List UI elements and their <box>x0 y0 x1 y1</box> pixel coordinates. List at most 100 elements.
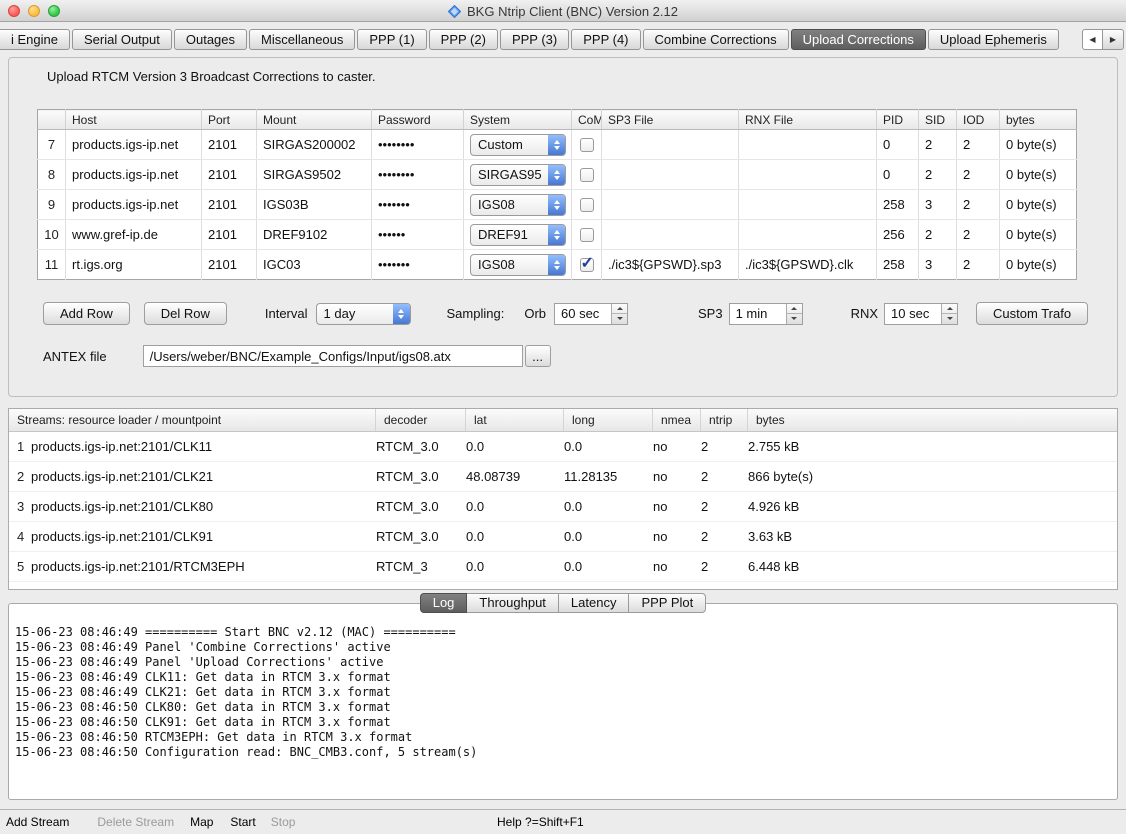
tab-ppp-4[interactable]: PPP (4) <box>571 29 640 50</box>
mount-cell[interactable]: IGC03 <box>257 250 372 280</box>
stream-row[interactable]: 3 products.igs-ip.net:2101/CLK80 RTCM_3.… <box>9 492 1117 522</box>
custom-trafo-button[interactable]: Custom Trafo <box>976 302 1088 325</box>
port-cell[interactable]: 2101 <box>202 190 257 220</box>
zoom-button[interactable] <box>48 5 60 17</box>
sid-cell[interactable]: 2 <box>919 160 957 190</box>
close-button[interactable] <box>8 5 20 17</box>
antex-browse-button[interactable]: ... <box>525 345 551 367</box>
delete-stream-button: Delete Stream <box>97 815 174 829</box>
sid-cell[interactable]: 2 <box>919 220 957 250</box>
tab-log[interactable]: Log <box>420 593 468 613</box>
sp3-sampling-spinbox[interactable]: 1 min <box>729 303 803 325</box>
minimize-button[interactable] <box>28 5 40 17</box>
iod-cell[interactable]: 2 <box>957 220 1000 250</box>
pid-cell[interactable]: 0 <box>877 130 919 160</box>
col-port: Port <box>202 110 257 130</box>
host-cell[interactable]: www.gref-ip.de <box>66 220 202 250</box>
tab-combine-corrections[interactable]: Combine Corrections <box>643 29 789 50</box>
stream-row[interactable]: 1 products.igs-ip.net:2101/CLK11 RTCM_3.… <box>9 432 1117 462</box>
password-cell[interactable]: ••••••• <box>372 250 464 280</box>
add-row-button[interactable]: Add Row <box>43 302 130 325</box>
port-cell[interactable]: 2101 <box>202 160 257 190</box>
sid-cell[interactable]: 3 <box>919 190 957 220</box>
tab-ppp-1[interactable]: PPP (1) <box>357 29 426 50</box>
stream-nmea: no <box>653 559 701 574</box>
com-checkbox[interactable] <box>580 228 594 242</box>
tab-ppp-plot[interactable]: PPP Plot <box>629 593 706 613</box>
port-cell[interactable]: 2101 <box>202 220 257 250</box>
tab-serial-output[interactable]: Serial Output <box>72 29 172 50</box>
port-cell[interactable]: 2101 <box>202 250 257 280</box>
password-cell[interactable]: •••••••• <box>372 160 464 190</box>
tab-throughput[interactable]: Throughput <box>467 593 559 613</box>
stream-row[interactable]: 2 products.igs-ip.net:2101/CLK21 RTCM_3.… <box>9 462 1117 492</box>
stream-row[interactable]: 5 products.igs-ip.net:2101/RTCM3EPH RTCM… <box>9 552 1117 582</box>
com-checkbox[interactable] <box>580 258 594 272</box>
tab-upload-ephemeris[interactable]: Upload Ephemeris <box>928 29 1059 50</box>
stream-row[interactable]: 4 products.igs-ip.net:2101/CLK91 RTCM_3.… <box>9 522 1117 552</box>
rnx-file-cell[interactable] <box>739 160 877 190</box>
system-select-value: Custom <box>478 137 523 152</box>
com-checkbox[interactable] <box>580 168 594 182</box>
rnx-file-cell[interactable] <box>739 220 877 250</box>
tab-miscellaneous[interactable]: Miscellaneous <box>249 29 355 50</box>
stream-lat: 0.0 <box>466 499 564 514</box>
rnx-file-cell[interactable] <box>739 190 877 220</box>
host-cell[interactable]: products.igs-ip.net <box>66 130 202 160</box>
stream-row-number: 5 <box>9 559 31 574</box>
host-cell[interactable]: products.igs-ip.net <box>66 190 202 220</box>
tab-i-engine[interactable]: i Engine <box>0 29 70 50</box>
rnx-file-cell[interactable] <box>739 130 877 160</box>
sp3-file-cell[interactable] <box>602 130 739 160</box>
sid-cell[interactable]: 2 <box>919 130 957 160</box>
sp3-file-cell[interactable]: ./ic3${GPSWD}.sp3 <box>602 250 739 280</box>
tab-outages[interactable]: Outages <box>174 29 247 50</box>
start-button[interactable]: Start <box>230 815 255 829</box>
iod-cell[interactable]: 2 <box>957 250 1000 280</box>
combo-stepper-icon <box>548 135 565 155</box>
mount-cell[interactable]: DREF9102 <box>257 220 372 250</box>
sid-cell[interactable]: 3 <box>919 250 957 280</box>
mount-cell[interactable]: SIRGAS9502 <box>257 160 372 190</box>
pid-cell[interactable]: 256 <box>877 220 919 250</box>
host-cell[interactable]: rt.igs.org <box>66 250 202 280</box>
antex-file-input[interactable]: /Users/weber/BNC/Example_Configs/Input/i… <box>143 345 523 367</box>
system-select[interactable]: Custom <box>470 134 566 156</box>
tab-ppp-2[interactable]: PPP (2) <box>429 29 498 50</box>
password-cell[interactable]: •••••••• <box>372 130 464 160</box>
sp3-file-cell[interactable] <box>602 190 739 220</box>
port-cell[interactable]: 2101 <box>202 130 257 160</box>
pid-cell[interactable]: 0 <box>877 160 919 190</box>
map-button[interactable]: Map <box>190 815 213 829</box>
del-row-button[interactable]: Del Row <box>144 302 227 325</box>
tab-latency[interactable]: Latency <box>559 593 630 613</box>
add-stream-button[interactable]: Add Stream <box>6 815 69 829</box>
com-checkbox[interactable] <box>580 138 594 152</box>
rnx-file-cell[interactable]: ./ic3${GPSWD}.clk <box>739 250 877 280</box>
pid-cell[interactable]: 258 <box>877 190 919 220</box>
tab-upload-corrections[interactable]: Upload Corrections <box>791 29 926 50</box>
iod-cell[interactable]: 2 <box>957 130 1000 160</box>
iod-cell[interactable]: 2 <box>957 160 1000 190</box>
tab-scroll-right-button[interactable]: ▶ <box>1103 29 1124 50</box>
host-cell[interactable]: products.igs-ip.net <box>66 160 202 190</box>
system-select[interactable]: DREF91 <box>470 224 566 246</box>
pid-cell[interactable]: 258 <box>877 250 919 280</box>
system-select[interactable]: IGS08 <box>470 194 566 216</box>
com-checkbox[interactable] <box>580 198 594 212</box>
row-number: 10 <box>38 220 66 250</box>
interval-select[interactable]: 1 day <box>316 303 411 325</box>
sp3-file-cell[interactable] <box>602 160 739 190</box>
mount-cell[interactable]: IGS03B <box>257 190 372 220</box>
password-cell[interactable]: ••••••• <box>372 190 464 220</box>
sp3-file-cell[interactable] <box>602 220 739 250</box>
tab-ppp-3[interactable]: PPP (3) <box>500 29 569 50</box>
orb-sampling-spinbox[interactable]: 60 sec <box>554 303 628 325</box>
system-select[interactable]: SIRGAS95 <box>470 164 566 186</box>
iod-cell[interactable]: 2 <box>957 190 1000 220</box>
rnx-sampling-spinbox[interactable]: 10 sec <box>884 303 958 325</box>
tab-scroll-left-button[interactable]: ◀ <box>1082 29 1103 50</box>
system-select[interactable]: IGS08 <box>470 254 566 276</box>
mount-cell[interactable]: SIRGAS200002 <box>257 130 372 160</box>
password-cell[interactable]: •••••• <box>372 220 464 250</box>
